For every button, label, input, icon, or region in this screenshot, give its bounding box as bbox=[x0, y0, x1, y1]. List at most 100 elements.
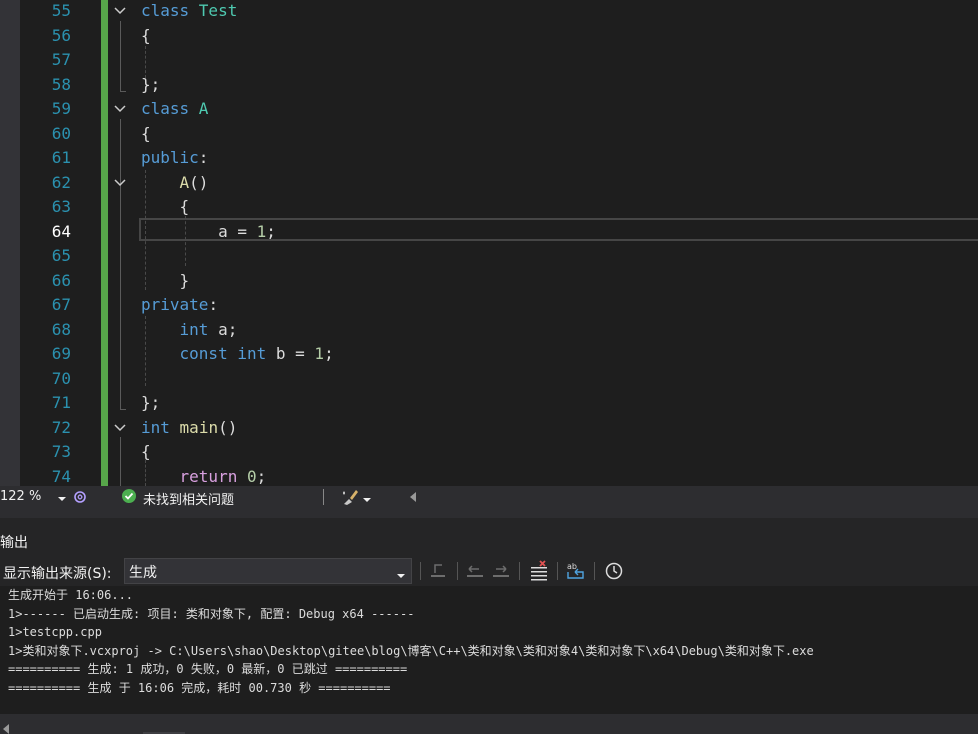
code-token: 1 bbox=[256, 221, 267, 241]
code-text: } bbox=[141, 269, 190, 293]
intellicode-icon[interactable] bbox=[72, 489, 88, 505]
code-token: ; bbox=[256, 466, 267, 486]
clear-all-icon[interactable] bbox=[528, 560, 550, 582]
code-line[interactable]: 57 bbox=[0, 48, 978, 72]
find-message-icon[interactable] bbox=[428, 560, 450, 582]
scroll-left-icon[interactable] bbox=[2, 719, 10, 734]
code-token: 0 bbox=[246, 466, 257, 486]
code-token: { bbox=[141, 442, 151, 461]
line-number: 63 bbox=[51, 197, 71, 216]
chevron-down-icon[interactable] bbox=[58, 492, 66, 501]
code-token: public bbox=[141, 148, 199, 167]
fold-chevron-icon[interactable] bbox=[111, 174, 129, 192]
line-number: 65 bbox=[51, 246, 71, 265]
output-text-area[interactable]: 生成开始于 16:06... 1>------ 已启动生成: 项目: 类和对象下,… bbox=[0, 586, 978, 724]
code-line[interactable]: 64 a = 1; bbox=[0, 220, 978, 244]
status-separator bbox=[323, 489, 324, 505]
code-line[interactable]: 74 return 0; bbox=[0, 465, 978, 487]
code-line[interactable]: 60 { bbox=[0, 122, 978, 146]
output-line: ========== 生成 于 16:06 完成，耗时 00.730 秒 ===… bbox=[8, 681, 391, 695]
code-line[interactable]: 73 { bbox=[0, 440, 978, 464]
fold-chevron-icon[interactable] bbox=[111, 100, 129, 118]
code-line[interactable]: 62 A() bbox=[0, 171, 978, 195]
line-number: 69 bbox=[51, 344, 71, 363]
code-editor[interactable]: 55 class Test 56 {57 58}; 59 class A 60 {61 publi… bbox=[0, 0, 978, 486]
scroll-left-icon[interactable] bbox=[408, 491, 418, 503]
output-source-label: 显示输出来源(S): bbox=[3, 566, 112, 582]
output-line: 1>testcpp.cpp bbox=[8, 625, 102, 640]
fold-chevron-icon[interactable] bbox=[111, 419, 129, 437]
line-number: 64 bbox=[51, 221, 71, 241]
previous-message-icon[interactable] bbox=[464, 560, 486, 582]
zoom-level[interactable]: 122 % bbox=[0, 489, 60, 504]
code-text: { bbox=[141, 195, 190, 219]
code-line[interactable]: 65 bbox=[0, 244, 978, 268]
code-token: : bbox=[208, 295, 219, 314]
code-text: }; bbox=[141, 391, 160, 415]
code-line[interactable]: 55 class Test bbox=[0, 0, 978, 23]
code-line[interactable]: 67 private: bbox=[0, 293, 978, 317]
fold-chevron-icon[interactable] bbox=[111, 2, 129, 20]
code-cleanup-icon[interactable] bbox=[340, 488, 360, 506]
code-token: }; bbox=[141, 393, 161, 412]
code-token: }; bbox=[141, 74, 161, 94]
check-circle-icon bbox=[122, 489, 136, 503]
line-number: 55 bbox=[51, 1, 71, 20]
code-line[interactable]: 72 int main() bbox=[0, 416, 978, 440]
code-token: Test bbox=[198, 1, 238, 20]
code-token: () bbox=[189, 172, 209, 192]
code-token: int bbox=[141, 417, 170, 437]
line-number: 72 bbox=[51, 417, 71, 437]
line-number: 66 bbox=[51, 270, 71, 290]
word-wrap-icon[interactable]: ab bbox=[565, 560, 587, 582]
code-token: A bbox=[198, 99, 209, 118]
code-line[interactable]: 63 { bbox=[0, 195, 978, 219]
panel-title: 输出 bbox=[0, 535, 28, 551]
code-token: const bbox=[179, 344, 228, 363]
chevron-down-icon[interactable] bbox=[363, 493, 371, 502]
issues-status-text[interactable]: 未找到相关问题 bbox=[143, 489, 234, 508]
code-token: b = bbox=[266, 344, 315, 363]
toolbar-separator bbox=[519, 562, 520, 580]
code-token: { bbox=[141, 197, 190, 216]
code-line[interactable]: 56 { bbox=[0, 24, 978, 48]
code-line[interactable]: 68 int a; bbox=[0, 318, 978, 342]
code-token: a; bbox=[208, 319, 238, 339]
line-number: 58 bbox=[51, 74, 71, 94]
code-text: const int b = 1; bbox=[141, 342, 334, 366]
code-text: { bbox=[141, 122, 151, 146]
line-number: 67 bbox=[51, 295, 71, 314]
code-token: A bbox=[179, 172, 190, 192]
code-token: class bbox=[141, 1, 199, 20]
code-line[interactable]: 69 const int b = 1; bbox=[0, 342, 978, 366]
code-line[interactable]: 71}; bbox=[0, 391, 978, 415]
code-line[interactable]: 58}; bbox=[0, 73, 978, 97]
output-panel: 输出 显示输出来源(S): 生成 ab 生成开始于 16:06... 1>----… bbox=[0, 508, 978, 734]
code-text: class Test bbox=[141, 0, 237, 23]
horizontal-scrollbar[interactable] bbox=[0, 714, 978, 734]
code-line[interactable]: 66 } bbox=[0, 269, 978, 293]
code-token: ; bbox=[266, 221, 276, 241]
code-text: a = 1; bbox=[141, 220, 276, 244]
code-token: ; bbox=[324, 344, 334, 363]
code-token: int bbox=[179, 319, 209, 339]
toolbar-separator bbox=[420, 562, 421, 580]
next-message-icon[interactable] bbox=[490, 560, 512, 582]
line-number: 62 bbox=[51, 172, 71, 192]
code-token: 1 bbox=[314, 344, 325, 363]
output-line: ========== 生成: 1 成功，0 失败，0 最新，0 已跳过 ====… bbox=[8, 662, 408, 677]
line-number: 56 bbox=[51, 25, 71, 45]
line-number: 74 bbox=[51, 466, 71, 486]
line-number: 71 bbox=[51, 393, 71, 412]
output-source-dropdown[interactable]: 生成 bbox=[124, 558, 412, 584]
code-line[interactable]: 70 bbox=[0, 367, 978, 391]
code-line[interactable]: 61 public: bbox=[0, 146, 978, 170]
clock-icon[interactable] bbox=[603, 560, 625, 582]
code-line[interactable]: 59 class A bbox=[0, 97, 978, 121]
editor-status-bar: 122 % 未找到相关问题 bbox=[0, 486, 978, 508]
